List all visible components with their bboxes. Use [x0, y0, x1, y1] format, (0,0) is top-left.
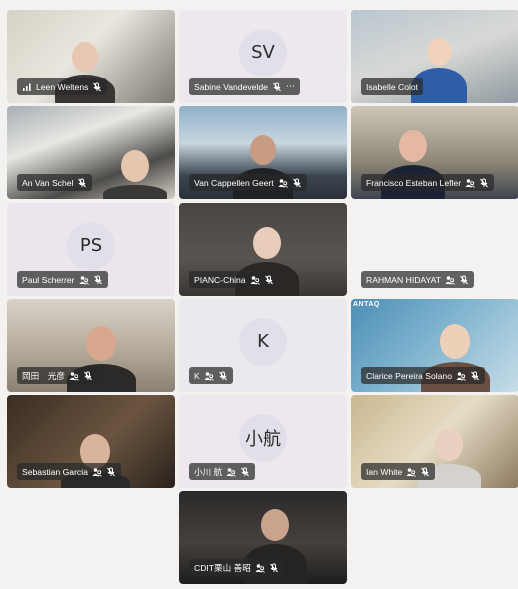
- avatar-initials: SV: [239, 28, 287, 77]
- participant-name-label: Sabine Vandevelde ⋯: [189, 78, 300, 95]
- participant-name-label: Clarice Pereira Solano: [361, 367, 485, 384]
- participant-name-label: Leen Weltens: [17, 78, 108, 95]
- mic-off-icon: [479, 178, 489, 188]
- mic-off-icon: [292, 178, 302, 188]
- participant-video-head: [253, 227, 281, 260]
- people-icon: [69, 371, 79, 381]
- participant-name: CDIT栗山 善昭: [194, 562, 251, 573]
- participant-name: RAHMAN HIDAYAT: [366, 274, 441, 285]
- people-icon: [406, 467, 417, 477]
- mic-off-icon: [420, 467, 430, 477]
- participant-name-label: Isabelle Colot: [361, 78, 424, 95]
- participant-tile[interactable]: An Van Schel: [7, 106, 175, 199]
- people-icon: [92, 467, 102, 477]
- participant-video-head: [399, 130, 427, 163]
- participant-name: Leen Weltens: [36, 81, 89, 92]
- participant-video-head: [86, 326, 116, 361]
- participant-name-label: CDIT栗山 善昭: [189, 559, 284, 576]
- participant-tile[interactable]: PS Paul Scherrer: [7, 203, 175, 296]
- participant-name: K: [194, 370, 200, 381]
- mic-off-icon: [93, 275, 103, 285]
- avatar-initials: 小航: [239, 413, 287, 462]
- participant-tile[interactable]: CDIT栗山 善昭: [179, 491, 347, 584]
- participant-name-label: Van Cappellen Geert: [189, 174, 307, 191]
- people-icon: [465, 178, 475, 188]
- mic-off-icon: [269, 563, 279, 573]
- participant-tile[interactable]: Leen Weltens: [7, 10, 175, 103]
- participant-tile[interactable]: RAHMAN HIDAYAT: [351, 203, 518, 296]
- participant-name-label: PIANC-China: [189, 271, 279, 288]
- participant-tile[interactable]: Van Cappellen Geert: [179, 106, 347, 199]
- people-icon: [79, 275, 89, 285]
- participant-video-head: [435, 429, 463, 462]
- participant-tile[interactable]: PIANC-China: [179, 203, 347, 296]
- participant-name: Isabelle Colot: [366, 81, 419, 92]
- participant-name-label: K: [189, 367, 233, 384]
- video-grid: Leen Weltens SV Sabine Vandevelde ⋯ Isabelle…: [0, 0, 518, 589]
- mic-off-icon: [272, 82, 282, 92]
- participant-tile[interactable]: Sebastian Garcia: [7, 395, 175, 488]
- participant-name: Sabine Vandevelde: [194, 81, 268, 92]
- participant-name: Ian White: [366, 466, 403, 477]
- participant-name-label: RAHMAN HIDAYAT: [361, 271, 474, 288]
- participant-name: Sebastian Garcia: [22, 466, 88, 477]
- participant-tile[interactable]: 岡田 光彦: [7, 299, 175, 392]
- people-icon: [255, 563, 265, 573]
- participant-video-head: [427, 38, 451, 66]
- mic-off-icon: [77, 178, 87, 188]
- participant-name: Paul Scherrer: [22, 274, 75, 285]
- mic-off-icon: [218, 371, 228, 381]
- participant-name: 小川 航: [194, 466, 223, 477]
- participant-name-label: Paul Scherrer: [17, 271, 108, 288]
- participant-name-label: Ian White: [361, 463, 436, 480]
- participant-video-head: [250, 135, 276, 165]
- participant-name: Francisco Esteban Lefler: [366, 177, 462, 188]
- participant-name-label: 小川 航: [189, 463, 256, 480]
- participant-name-label: An Van Schel: [17, 174, 93, 191]
- mic-off-icon: [264, 275, 274, 285]
- participant-video-head: [440, 324, 470, 359]
- people-icon: [204, 371, 214, 381]
- more-options-icon[interactable]: ⋯: [286, 82, 295, 91]
- signal-strength-icon: [22, 82, 32, 92]
- mic-off-icon: [459, 275, 469, 285]
- participant-tile[interactable]: Isabelle Colot: [351, 10, 518, 103]
- mic-off-icon: [106, 467, 116, 477]
- mic-off-icon: [470, 371, 480, 381]
- people-icon: [445, 275, 455, 285]
- participant-name: Clarice Pereira Solano: [366, 370, 452, 381]
- people-icon: [250, 275, 260, 285]
- participant-name-label: Sebastian Garcia: [17, 463, 121, 480]
- participant-video-head: [121, 150, 149, 183]
- participant-tile[interactable]: ANTAQ Clarice Pereira Solano: [351, 299, 518, 392]
- mic-off-icon: [240, 467, 250, 477]
- people-icon: [456, 371, 466, 381]
- avatar-initials: PS: [67, 221, 115, 270]
- avatar-initials: K: [239, 317, 287, 366]
- participant-tile[interactable]: 小航小川 航: [179, 395, 347, 488]
- participant-tile[interactable]: KK: [179, 299, 347, 392]
- mic-off-icon: [92, 82, 102, 92]
- participant-name-label: Francisco Esteban Lefler: [361, 174, 495, 191]
- participant-video-head: [72, 42, 98, 72]
- participant-name: Van Cappellen Geert: [194, 177, 274, 188]
- participant-tile[interactable]: Francisco Esteban Lefler: [351, 106, 518, 199]
- logo-watermark: ANTAQ: [353, 301, 380, 308]
- mic-off-icon: [83, 371, 93, 381]
- people-icon: [226, 467, 237, 477]
- people-icon: [278, 178, 288, 188]
- participant-tile[interactable]: SV Sabine Vandevelde ⋯: [179, 10, 347, 103]
- participant-video-body: [102, 185, 168, 199]
- participant-name: An Van Schel: [22, 177, 74, 188]
- participant-name-label: 岡田 光彦: [17, 367, 98, 384]
- participant-video-head: [261, 509, 289, 542]
- participant-name: 岡田 光彦: [22, 370, 65, 381]
- participant-name: PIANC-China: [194, 274, 246, 285]
- participant-tile[interactable]: Ian White: [351, 395, 518, 488]
